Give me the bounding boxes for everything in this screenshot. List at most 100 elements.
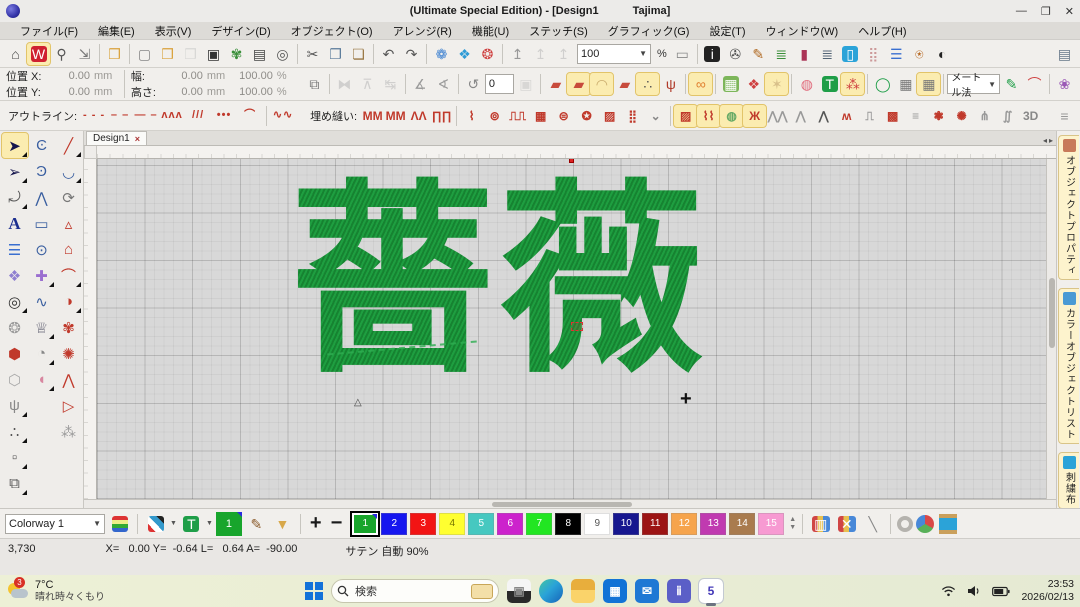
fill-satin-2[interactable]: ΜΜ	[384, 105, 407, 127]
tool-shape-library[interactable]: ✚	[29, 263, 55, 288]
swatch-15[interactable]: 15	[758, 513, 784, 535]
swatch-3[interactable]: 3	[410, 513, 436, 535]
tool-house-shape[interactable]: ⌂	[56, 237, 82, 262]
height-field[interactable]: 0.00	[161, 86, 207, 98]
outline-hatch[interactable]: ///	[185, 105, 211, 127]
tab-design1[interactable]: Design1 ×	[86, 131, 147, 145]
bars-icon[interactable]: ≡	[1053, 105, 1076, 127]
fill-satin-3[interactable]: ΛΛ	[407, 105, 430, 127]
chevron-down-icon[interactable]: ▼	[170, 520, 177, 527]
vertical-scrollbar[interactable]	[1046, 159, 1056, 499]
swatch-11[interactable]: 11	[642, 513, 668, 535]
checklist-icon[interactable]: ≣	[770, 43, 793, 65]
fill-chain[interactable]: ⊜	[552, 105, 575, 127]
tab-close-icon[interactable]: ×	[135, 134, 140, 144]
units-combobox[interactable]: メートル法▼	[947, 74, 1000, 94]
tab-scroll-left-icon[interactable]: ◂	[1043, 136, 1047, 145]
swatch-8[interactable]: 8	[555, 513, 581, 535]
save-icon[interactable]: ▣	[202, 43, 225, 65]
tool-dot-select[interactable]: ∴	[2, 419, 28, 444]
fill-fan-gray-2[interactable]: ⋀	[789, 105, 812, 127]
vector-shapes-icon[interactable]: ❖	[742, 73, 765, 95]
panel-tab-object-properties[interactable]: オブジェクトプロパティ	[1058, 135, 1079, 280]
swatch-12[interactable]: 12	[671, 513, 697, 535]
tool-bezier[interactable]: ⋀	[29, 185, 55, 210]
fill-dash-box[interactable]: ▩	[881, 105, 904, 127]
tool-crown-nodes[interactable]: ♕	[29, 315, 55, 340]
outline-arc[interactable]: ⌒	[237, 105, 263, 127]
minimize-button[interactable]: —	[1016, 5, 1027, 18]
taskbar-outlook-icon[interactable]: ✉	[635, 579, 659, 603]
fill-square-wave[interactable]: ⎍⎍	[506, 105, 529, 127]
thread-palette-icon[interactable]: ▥	[809, 513, 832, 535]
fill-weave-2[interactable]: ⌇⌇	[697, 105, 720, 127]
tool-split-circle[interactable]: ◑	[56, 289, 82, 314]
fill-ring[interactable]: ✪	[575, 105, 598, 127]
tool-draw-line[interactable]: ╱	[56, 133, 82, 158]
color-wheel-icon[interactable]	[916, 515, 934, 533]
zoom-in-icon[interactable]: ↥	[506, 43, 529, 65]
tool-text[interactable]: A	[2, 211, 28, 236]
tool-monogram[interactable]: ☰	[2, 237, 28, 262]
zoom-fit-icon[interactable]: ↥	[552, 43, 575, 65]
density-map-icon[interactable]: ⣿	[862, 43, 885, 65]
taskbar-edge-icon[interactable]	[539, 579, 563, 603]
fill-coil[interactable]: ⊚	[483, 105, 506, 127]
pulse-w-icon[interactable]: W	[27, 43, 50, 65]
tool-rotate-3d[interactable]: ⟳	[56, 185, 82, 210]
tool-square-circle[interactable]: ⧉	[2, 471, 28, 496]
pos-x-field[interactable]: 0.00	[48, 70, 94, 82]
team-names-icon[interactable]: ☰	[885, 43, 908, 65]
restore-button[interactable]: ❐	[1041, 5, 1051, 18]
cut-icon[interactable]: ✂	[301, 43, 324, 65]
swatch-1[interactable]: 1	[352, 513, 378, 535]
embroidery-design-text[interactable]: 薔薇	[290, 171, 708, 392]
rotate-angle-field[interactable]: 0	[485, 74, 515, 94]
menu-help[interactable]: ヘルプ(H)	[848, 23, 916, 39]
taskbar-copilot-icon[interactable]: ▣	[507, 579, 531, 603]
outline-dash-2[interactable]: – –	[107, 105, 133, 127]
fill-curves-gray[interactable]: ⋔	[973, 105, 996, 127]
design-canvas[interactable]: 薔薇 + △	[97, 159, 1046, 499]
tool-circles[interactable]: ◎	[2, 289, 28, 314]
fill-fan-gray-1[interactable]: ⋀⋀	[766, 105, 789, 127]
outline-zigzag[interactable]: ʌʌʌ	[159, 105, 185, 127]
notes-icon[interactable]: ✎	[747, 43, 770, 65]
swatch-6[interactable]: 6	[497, 513, 523, 535]
design-properties-icon[interactable]: ✇	[724, 43, 747, 65]
paint-bucket-icon[interactable]: ▼	[271, 513, 294, 535]
taskbar-teams-icon[interactable]: ⅱ	[667, 579, 691, 603]
selection-anchor[interactable]	[571, 322, 583, 331]
menu-arrange[interactable]: アレンジ(R)	[383, 23, 462, 39]
ring-icon[interactable]	[897, 516, 913, 532]
fill-hatch[interactable]: ▨	[598, 105, 621, 127]
contrast-icon[interactable]: ◐	[931, 43, 954, 65]
menu-stitch[interactable]: ステッチ(S)	[519, 23, 598, 39]
fill-wave-gray[interactable]: ⎍	[858, 105, 881, 127]
swatch-scroll-up-icon[interactable]: ▲	[789, 516, 796, 523]
fill-dot-circle[interactable]: ◍	[720, 105, 743, 127]
height-percent-field[interactable]: 100.00	[231, 86, 277, 98]
chevron-down-icon[interactable]: ▼	[988, 80, 996, 89]
outline-wave[interactable]: ∿∿	[270, 105, 296, 127]
remove-color-button[interactable]: −	[328, 512, 346, 535]
fill-3d[interactable]: 3D	[1019, 105, 1042, 127]
tool-spiral[interactable]: ❂	[2, 315, 28, 340]
thread-remove-icon[interactable]: ✕	[835, 513, 858, 535]
taskbar-store-icon[interactable]: ▦	[603, 579, 627, 603]
tool-wheel[interactable]: ✺	[56, 341, 82, 366]
taskbar-search-box[interactable]: 検索	[331, 579, 499, 603]
taskbar-explorer-icon[interactable]	[571, 579, 595, 603]
tool-polygon[interactable]: ▵	[56, 211, 82, 236]
swatch-4[interactable]: 4	[439, 513, 465, 535]
tool-triangle-arrow[interactable]: ▷	[56, 393, 82, 418]
tool-hexagon-outline[interactable]: ⬡	[2, 367, 28, 392]
hoop-oval-icon[interactable]: ◯	[871, 73, 894, 95]
swatch-9[interactable]: 9	[584, 513, 610, 535]
horizontal-scroll-handle[interactable]	[492, 502, 632, 507]
volume-icon[interactable]	[967, 585, 981, 597]
menu-design[interactable]: デザイン(D)	[201, 23, 280, 39]
tool-arc[interactable]: ◡	[56, 159, 82, 184]
horizontal-scrollbar[interactable]	[84, 499, 1056, 508]
fill-cross-box[interactable]: ▨	[674, 105, 697, 127]
